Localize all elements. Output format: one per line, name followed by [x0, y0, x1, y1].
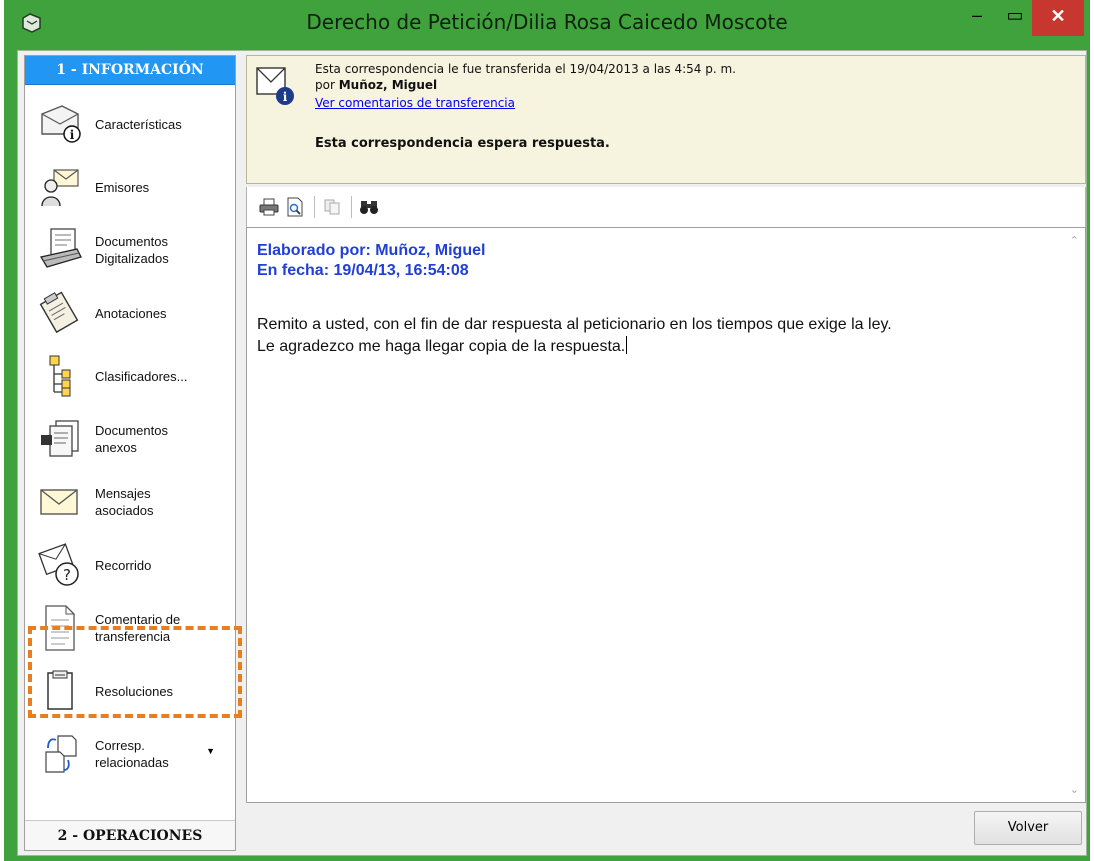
transfer-by-line: por Muñoz, Miguel [315, 78, 437, 92]
close-button[interactable]: ✕ [1032, 0, 1084, 36]
caret-down-icon[interactable]: ▼ [206, 746, 215, 756]
copy-icon [324, 199, 340, 215]
window-title: Derecho de Petición/Dilia Rosa Caicedo M… [306, 10, 788, 34]
sidebar-footer-operaciones[interactable]: 2 - OPERACIONES [25, 820, 235, 850]
tree-classifier-icon [31, 349, 89, 403]
sidebar-item-label: Clasificadores... [95, 368, 188, 384]
toolbar-separator [351, 196, 352, 218]
editor-toolbar [246, 187, 1086, 227]
sidebar-item-resoluciones[interactable]: Resoluciones [31, 661, 229, 721]
envelope-info-icon: i [31, 97, 89, 151]
sidebar-item-clasificadores[interactable]: Clasificadores... [31, 346, 229, 406]
date-line: En fecha: 19/04/13, 16:54:08 [257, 262, 469, 279]
application-window: Derecho de Petición/Dilia Rosa Caicedo M… [4, 0, 1090, 861]
transfer-info-text: Esta correspondencia le fue transferida … [315, 62, 736, 76]
window-client-area: 1 - INFORMACIÓN i Características Emisor… [17, 50, 1087, 856]
text-caret [626, 336, 628, 354]
svg-text:?: ? [63, 566, 71, 584]
envelope-icon [31, 475, 89, 529]
volver-button[interactable]: Volver [974, 811, 1082, 845]
body-line-1: Remito a usted, con el fin de dar respue… [257, 316, 892, 333]
envelope-info-icon: i [256, 67, 294, 105]
sidebar-item-label: Características [95, 116, 182, 132]
scroll-up-arrow-icon[interactable]: ⌃ [1070, 234, 1079, 247]
sidebar-item-label: Emisores [95, 179, 150, 195]
sidebar-item-anotaciones[interactable]: Anotaciones [31, 283, 229, 343]
sidebar-item-label: Mensajes asociados [95, 486, 154, 518]
body-line-2-container: Le agradezco me haga llegar copia de la … [257, 336, 628, 356]
related-correspondence-icon [31, 727, 89, 781]
document-comment-icon [31, 601, 89, 655]
clipboard-annotations-icon [31, 286, 89, 340]
transfer-by-prefix: por [315, 78, 339, 92]
sidebar-item-label: Resoluciones [95, 683, 174, 699]
copy-button[interactable] [320, 195, 344, 219]
sidebar-item-label: Corresp. relacionadas [95, 738, 169, 770]
sidebar: 1 - INFORMACIÓN i Características Emisor… [24, 55, 236, 851]
toolbar-separator [314, 196, 315, 218]
print-preview-icon [287, 197, 303, 217]
minimize-button[interactable]: – [956, 0, 998, 36]
sidebar-item-corresp-relacionadas[interactable]: Corresp. relacionadas ▼ [31, 724, 229, 784]
response-text-editor[interactable]: Elaborado por: Muñoz, Miguel En fecha: 1… [246, 227, 1086, 803]
transfer-comments-link[interactable]: Ver comentarios de transferencia [315, 96, 515, 110]
find-button[interactable] [357, 195, 381, 219]
binoculars-icon [360, 201, 378, 214]
route-question-icon: ? [31, 538, 89, 592]
sidebar-item-emisores[interactable]: Emisores [31, 157, 229, 217]
body-line-2: Le agradezco me haga llegar copia de la … [257, 338, 626, 355]
transfer-notice-panel: i Esta correspondencia le fue transferid… [246, 55, 1086, 184]
attached-documents-icon [31, 412, 89, 466]
sidebar-item-label: Documentos Digitalizados [95, 234, 169, 266]
sidebar-item-label: Recorrido [95, 557, 152, 573]
transfer-by-name: Muñoz, Miguel [338, 78, 438, 92]
sidebar-item-documentos-digitalizados[interactable]: Documentos Digitalizados [31, 220, 229, 280]
svg-text:i: i [283, 90, 288, 104]
sender-person-icon [31, 160, 89, 214]
printer-icon [259, 198, 279, 216]
sidebar-item-recorrido[interactable]: ? Recorrido [31, 535, 229, 595]
awaiting-response-text: Esta correspondencia espera respuesta. [315, 136, 610, 151]
sidebar-item-documentos-anexos[interactable]: Documentos anexos [31, 409, 229, 469]
print-preview-button[interactable] [283, 195, 307, 219]
sidebar-header-informacion[interactable]: 1 - INFORMACIÓN [25, 56, 235, 85]
sidebar-item-mensajes-asociados[interactable]: Mensajes asociados [31, 472, 229, 532]
sidebar-item-label: Anotaciones [95, 305, 167, 321]
svg-text:i: i [70, 128, 75, 142]
scanner-icon [31, 223, 89, 277]
document-resolution-icon [31, 664, 89, 718]
sidebar-item-label: Comentario de transferencia [95, 612, 181, 644]
maximize-button[interactable]: ▭ [994, 0, 1036, 36]
sidebar-item-label: Documentos anexos [95, 423, 168, 455]
print-button[interactable] [257, 195, 281, 219]
scroll-down-arrow-icon[interactable]: ⌄ [1070, 783, 1079, 796]
sidebar-item-caracteristicas[interactable]: i Características [31, 94, 229, 154]
title-bar[interactable]: Derecho de Petición/Dilia Rosa Caicedo M… [4, 0, 1090, 50]
sidebar-item-comentario-transferencia[interactable]: Comentario de transferencia [31, 598, 229, 658]
author-line: Elaborado por: Muñoz, Miguel [257, 242, 486, 259]
